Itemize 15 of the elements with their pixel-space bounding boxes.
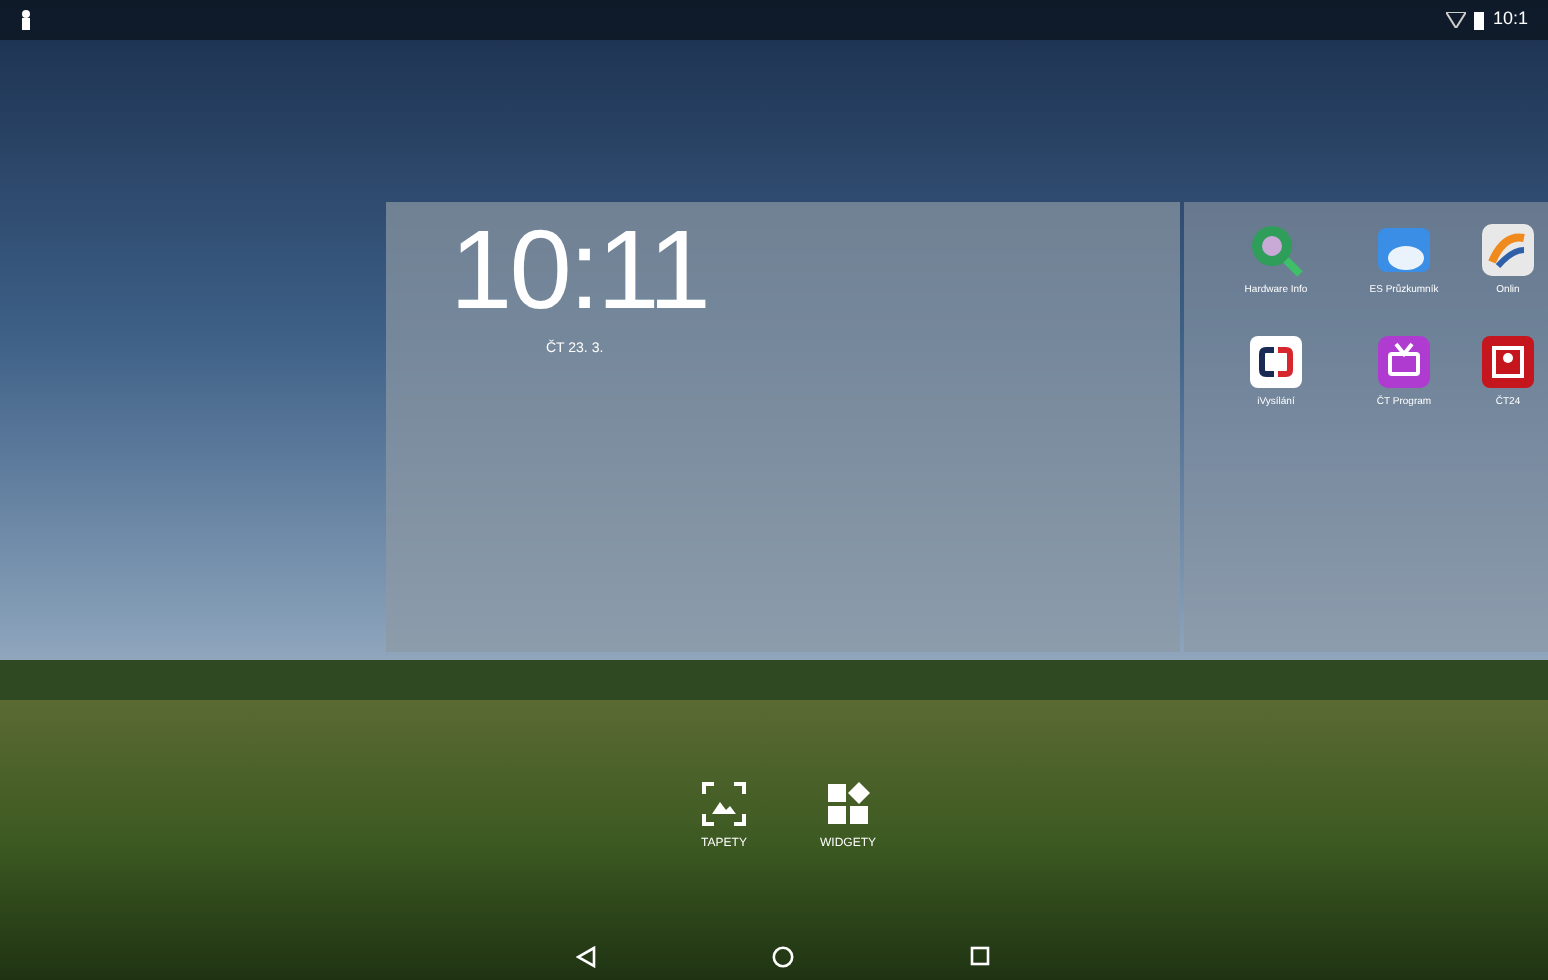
person-card-icon [1480,334,1536,390]
image-frame-icon [702,782,746,826]
battery-icon [1474,11,1485,29]
cloud-folder-icon [1376,222,1432,278]
wifi-icon [1446,12,1467,28]
home-icon[interactable] [772,945,794,967]
back-icon[interactable] [576,945,596,967]
clock-time: 10:11 [450,214,710,326]
recents-icon[interactable] [970,946,990,966]
person-icon [20,10,32,30]
status-time: 10:1 [1492,6,1528,33]
tv-icon [1376,334,1432,390]
brackets-logo-icon [1248,334,1304,390]
widgets-icon [826,782,870,826]
swirl-icon [1480,222,1536,278]
